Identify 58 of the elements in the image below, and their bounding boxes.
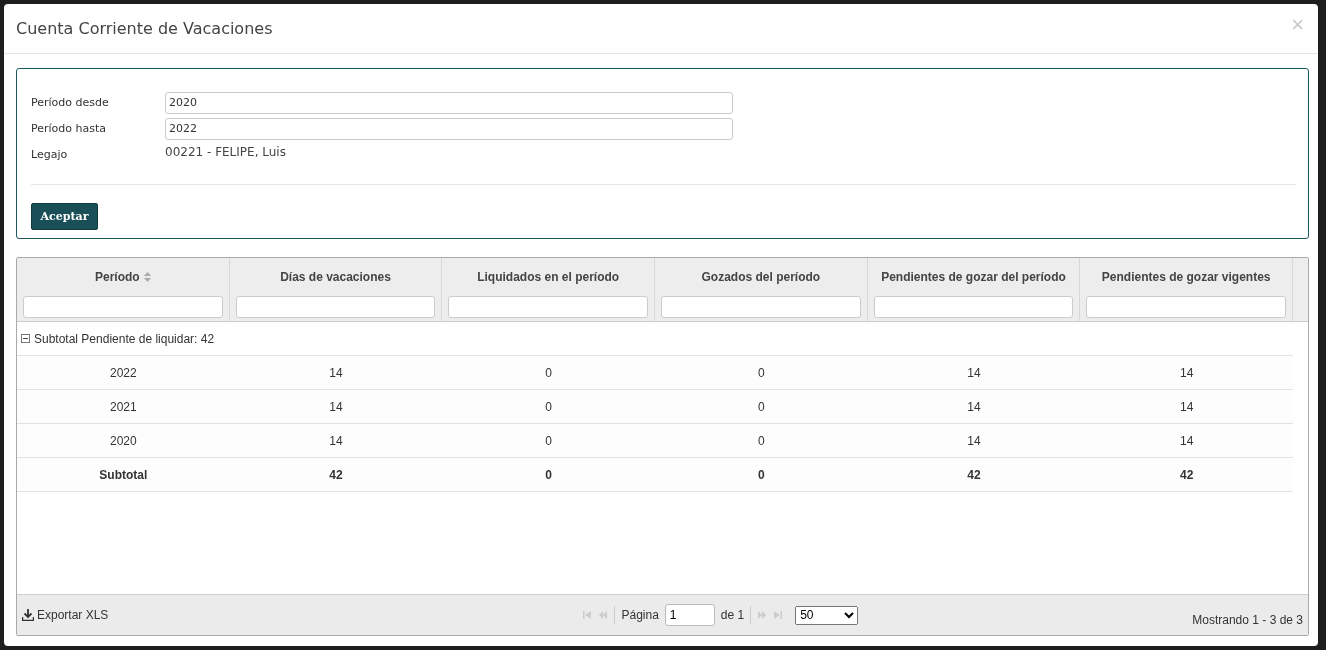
table-cell: 2022: [109, 365, 137, 380]
collapse-icon[interactable]: [21, 334, 30, 343]
page-label: Página: [621, 608, 659, 622]
sort-icon[interactable]: [143, 272, 151, 282]
table-cell: 14: [329, 433, 343, 448]
column-header[interactable]: Liquidados en el período: [477, 270, 620, 284]
field-label: Período hasta: [31, 122, 108, 135]
table-cell: 0: [545, 365, 552, 380]
table-cell: 0: [545, 433, 552, 448]
first-page-icon[interactable]: [582, 611, 593, 619]
filter-field[interactable]: [661, 296, 861, 318]
input-field[interactable]: 2020: [165, 91, 733, 114]
last-page-icon[interactable]: [773, 611, 784, 619]
table-cell: 14: [1180, 365, 1194, 380]
group-label: Subtotal Pendiente de liquidar: 42: [34, 331, 215, 346]
table-cell: 2021: [109, 399, 137, 414]
table-cell: 14: [329, 399, 343, 414]
table-cell: 0: [758, 399, 765, 414]
field-value: 00221 - FELIPE, Luis: [165, 144, 286, 159]
table-cell: 14: [967, 399, 981, 414]
input-field[interactable]: 2022: [165, 117, 733, 140]
previous-page-icon[interactable]: [598, 611, 609, 619]
table-cell: 14: [967, 365, 981, 380]
subtotal-cell: 42: [1180, 467, 1194, 482]
subtotal-cell: Subtotal: [99, 467, 148, 482]
column-header[interactable]: Período: [95, 270, 140, 284]
page-size-select[interactable]: 50: [795, 605, 859, 625]
page-count: de 1: [720, 608, 745, 622]
column-header[interactable]: Días de vacaciones: [280, 270, 391, 284]
column-header[interactable]: Pendientes de gozar del período: [881, 270, 1066, 284]
table-cell: 0: [545, 399, 552, 414]
page-field[interactable]: 1: [664, 604, 715, 626]
download-icon: [22, 609, 34, 621]
dialog-title: Cuenta Corriente de Vacaciones: [16, 19, 273, 38]
accept-button[interactable]: Aceptar: [31, 203, 98, 230]
filter-field[interactable]: [873, 296, 1074, 318]
subtotal-cell: 0: [758, 467, 765, 482]
column-header[interactable]: Gozados del período: [701, 270, 821, 284]
table-cell: 14: [1180, 433, 1194, 448]
subtotal-cell: 0: [545, 467, 552, 482]
subtotal-cell: 42: [967, 467, 981, 482]
filter-field[interactable]: [23, 296, 223, 318]
table-cell: 0: [758, 433, 765, 448]
table-cell: 2020: [109, 433, 137, 448]
records-summary: Mostrando 1 - 3 de 3: [1192, 613, 1303, 627]
column-header[interactable]: Pendientes de gozar vigentes: [1101, 270, 1271, 284]
table-cell: 0: [758, 365, 765, 380]
next-page-icon[interactable]: [757, 611, 768, 619]
export-link[interactable]: Exportar XLS: [22, 608, 109, 622]
table-cell: 14: [329, 365, 343, 380]
field-label: Legajo: [31, 148, 69, 161]
table-cell: 14: [1180, 399, 1194, 414]
filter-field[interactable]: [448, 296, 648, 318]
filter-field[interactable]: [235, 296, 436, 318]
filter-field[interactable]: [1086, 296, 1286, 318]
table-cell: 14: [967, 433, 981, 448]
field-label: Período desde: [31, 96, 110, 109]
subtotal-cell: 42: [329, 467, 343, 482]
